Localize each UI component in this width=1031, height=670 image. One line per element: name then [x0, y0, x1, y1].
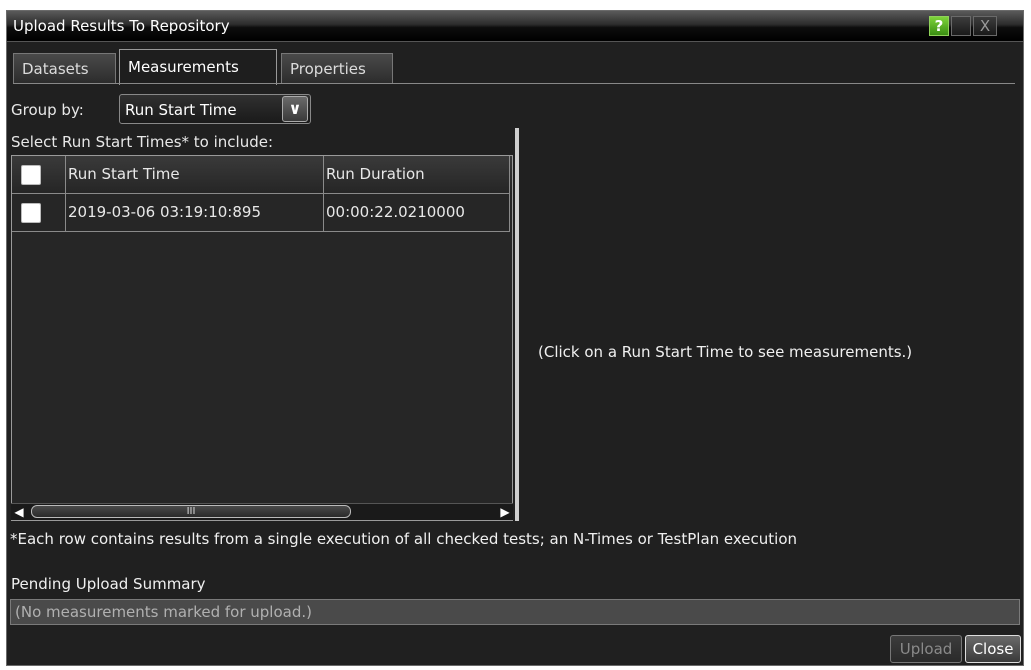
grid-header-row: Run Start Time Run Duration: [12, 156, 512, 194]
table-row[interactable]: 2019-03-06 03:19:10:895 00:00:22.0210000: [12, 194, 512, 232]
header-select-all-cell: [12, 156, 66, 194]
scrollbar-thumb[interactable]: III: [31, 505, 351, 518]
horizontal-scrollbar[interactable]: ◀ III ▶: [11, 503, 513, 520]
scroll-right-icon[interactable]: ▶: [497, 504, 513, 520]
help-icon: ?: [934, 17, 944, 35]
help-button[interactable]: ?: [929, 16, 949, 36]
footnote: *Each row contains results from a single…: [10, 530, 798, 548]
row-check-cell: [12, 194, 66, 232]
minimize-button[interactable]: [951, 16, 971, 36]
close-window-button[interactable]: X: [973, 16, 997, 36]
window-title: Upload Results To Repository: [13, 17, 230, 35]
chevron-down-icon[interactable]: ∨: [282, 96, 308, 122]
run-start-times-grid: Run Start Time Run Duration 2019-03-06 0…: [11, 155, 513, 521]
pending-upload-summary-field: (No measurements marked for upload.): [10, 599, 1020, 625]
grip-icon: III: [186, 506, 196, 517]
measurements-hint: (Click on a Run Start Time to see measur…: [538, 343, 913, 361]
column-header-run-duration[interactable]: Run Duration: [324, 156, 510, 194]
tab-measurements[interactable]: Measurements: [119, 49, 277, 85]
select-runs-label: Select Run Start Times* to include:: [11, 133, 274, 151]
run-duration-cell[interactable]: 00:00:22.0210000: [324, 194, 510, 232]
run-start-time-cell[interactable]: 2019-03-06 03:19:10:895: [66, 194, 324, 232]
column-header-run-start-time[interactable]: Run Start Time: [66, 156, 324, 194]
row-checkbox[interactable]: [21, 203, 41, 223]
pending-upload-summary-label: Pending Upload Summary: [11, 575, 206, 593]
upload-results-dialog: Upload Results To Repository ? X Dataset…: [6, 10, 1024, 666]
select-all-checkbox[interactable]: [21, 165, 41, 185]
close-icon: X: [979, 17, 991, 35]
group-by-dropdown[interactable]: Run Start Time ∨: [119, 94, 311, 124]
upload-button[interactable]: Upload: [890, 635, 962, 663]
panel-splitter[interactable]: [515, 128, 519, 521]
scroll-left-icon[interactable]: ◀: [11, 504, 27, 520]
group-by-value: Run Start Time: [125, 101, 237, 119]
group-by-label: Group by:: [11, 101, 84, 119]
tab-properties[interactable]: Properties: [281, 53, 393, 83]
title-bar[interactable]: Upload Results To Repository ? X: [7, 11, 1023, 42]
tab-datasets[interactable]: Datasets: [13, 53, 116, 83]
close-button[interactable]: Close: [965, 635, 1021, 663]
